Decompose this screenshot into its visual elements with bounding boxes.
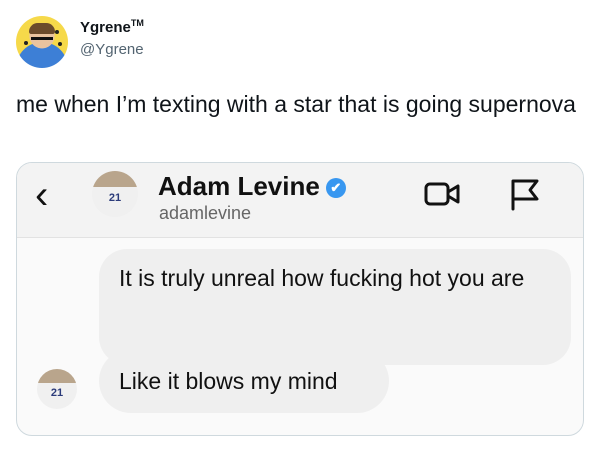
jersey-number: 21 [108, 191, 122, 204]
avatar-dot [24, 41, 28, 45]
contact-handle[interactable]: adamlevine [159, 203, 251, 224]
contact-name-text[interactable]: Adam Levine [158, 171, 320, 201]
contact-avatar[interactable]: 21 [92, 171, 138, 217]
dm-screenshot-card[interactable]: ‹ 21 Adam Levine ✔ adamlevine It is truly… [16, 162, 584, 436]
tweet-avatar[interactable] [16, 16, 68, 68]
display-name-text[interactable]: Ygrene [80, 19, 131, 36]
tweet-handle[interactable]: @Ygrene [80, 41, 144, 58]
glasses-shape [31, 37, 53, 45]
tweet-text: me when I’m texting with a star that is … [16, 91, 576, 117]
avatar-dot [55, 30, 59, 34]
jersey-number: 21 [50, 387, 64, 399]
avatar-dot [58, 42, 62, 46]
video-camera-icon[interactable] [424, 180, 460, 208]
tweet-display-name[interactable]: YgreneTM [80, 18, 144, 36]
message-bubble: It is truly unreal how fucking hot you a… [99, 249, 571, 365]
flag-icon[interactable] [509, 177, 541, 211]
message-avatar[interactable]: 21 [37, 369, 77, 409]
back-chevron-icon[interactable]: ‹ [35, 175, 48, 215]
message-bubble: Like it blows my mind [99, 349, 389, 413]
verified-icon: ✔ [325, 178, 346, 198]
trademark-mark: TM [130, 18, 144, 28]
cap-shape [29, 23, 55, 34]
dm-header: ‹ 21 Adam Levine ✔ adamlevine [17, 163, 583, 238]
contact-name[interactable]: Adam Levine ✔ [158, 171, 346, 202]
